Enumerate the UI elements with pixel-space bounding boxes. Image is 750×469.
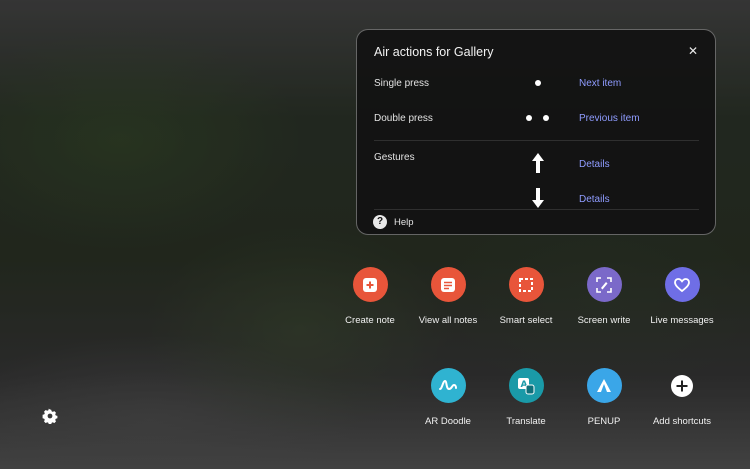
gear-icon[interactable]	[42, 408, 58, 424]
double-dot-icon-1	[526, 115, 532, 121]
smart-select-icon	[508, 267, 544, 302]
arrow-down-icon	[532, 188, 544, 208]
gestures-label: Gestures	[374, 152, 415, 163]
shortcut-label: AR Doodle	[425, 416, 471, 427]
gesture-up-action[interactable]: Details	[579, 159, 610, 170]
penup-icon	[586, 368, 622, 403]
ar-doodle-button[interactable]: AR Doodle	[408, 368, 488, 427]
shortcut-label: Screen write	[577, 315, 631, 326]
single-press-label: Single press	[374, 78, 430, 89]
translate-icon: A	[508, 368, 544, 403]
help-icon: ?	[373, 215, 387, 229]
help-link[interactable]: Help	[394, 217, 414, 228]
shortcut-label: View all notes	[418, 315, 478, 326]
shortcut-label: Add shortcuts	[652, 416, 712, 427]
shortcut-label: Smart select	[499, 315, 553, 326]
double-dot-icon-2	[543, 115, 549, 121]
smart-select-button[interactable]: Smart select	[486, 267, 566, 326]
create-note-icon	[352, 267, 388, 302]
create-note-button[interactable]: Create note	[330, 267, 410, 326]
single-press-action[interactable]: Next item	[579, 78, 621, 89]
shortcut-label: PENUP	[587, 416, 621, 427]
gesture-down-action[interactable]: Details	[579, 194, 610, 205]
add-icon	[665, 368, 700, 403]
shortcut-label: Live messages	[650, 315, 714, 326]
panel-title: Air actions for Gallery	[374, 45, 494, 59]
screen-write-icon	[586, 267, 622, 302]
double-press-action[interactable]: Previous item	[579, 113, 640, 124]
view-all-notes-button[interactable]: View all notes	[408, 267, 488, 326]
add-shortcuts-button[interactable]: Add shortcuts	[642, 368, 722, 427]
close-button[interactable]: ✕	[685, 43, 701, 59]
ar-doodle-icon	[430, 368, 466, 403]
live-messages-button[interactable]: Live messages	[642, 267, 722, 326]
penup-button[interactable]: PENUP	[564, 368, 644, 427]
notes-list-icon	[430, 267, 466, 302]
screen-write-button[interactable]: Screen write	[564, 267, 644, 326]
double-press-label: Double press	[374, 113, 433, 124]
single-dot-icon	[535, 80, 541, 86]
shortcut-label: Create note	[345, 315, 395, 326]
air-actions-panel: Air actions for Gallery ✕ Single press N…	[356, 29, 716, 235]
divider	[374, 209, 699, 210]
shortcut-label: Translate	[506, 416, 546, 427]
arrow-up-icon	[532, 153, 544, 173]
translate-button[interactable]: A Translate	[486, 368, 566, 427]
divider	[374, 140, 699, 141]
heart-icon	[664, 267, 700, 302]
